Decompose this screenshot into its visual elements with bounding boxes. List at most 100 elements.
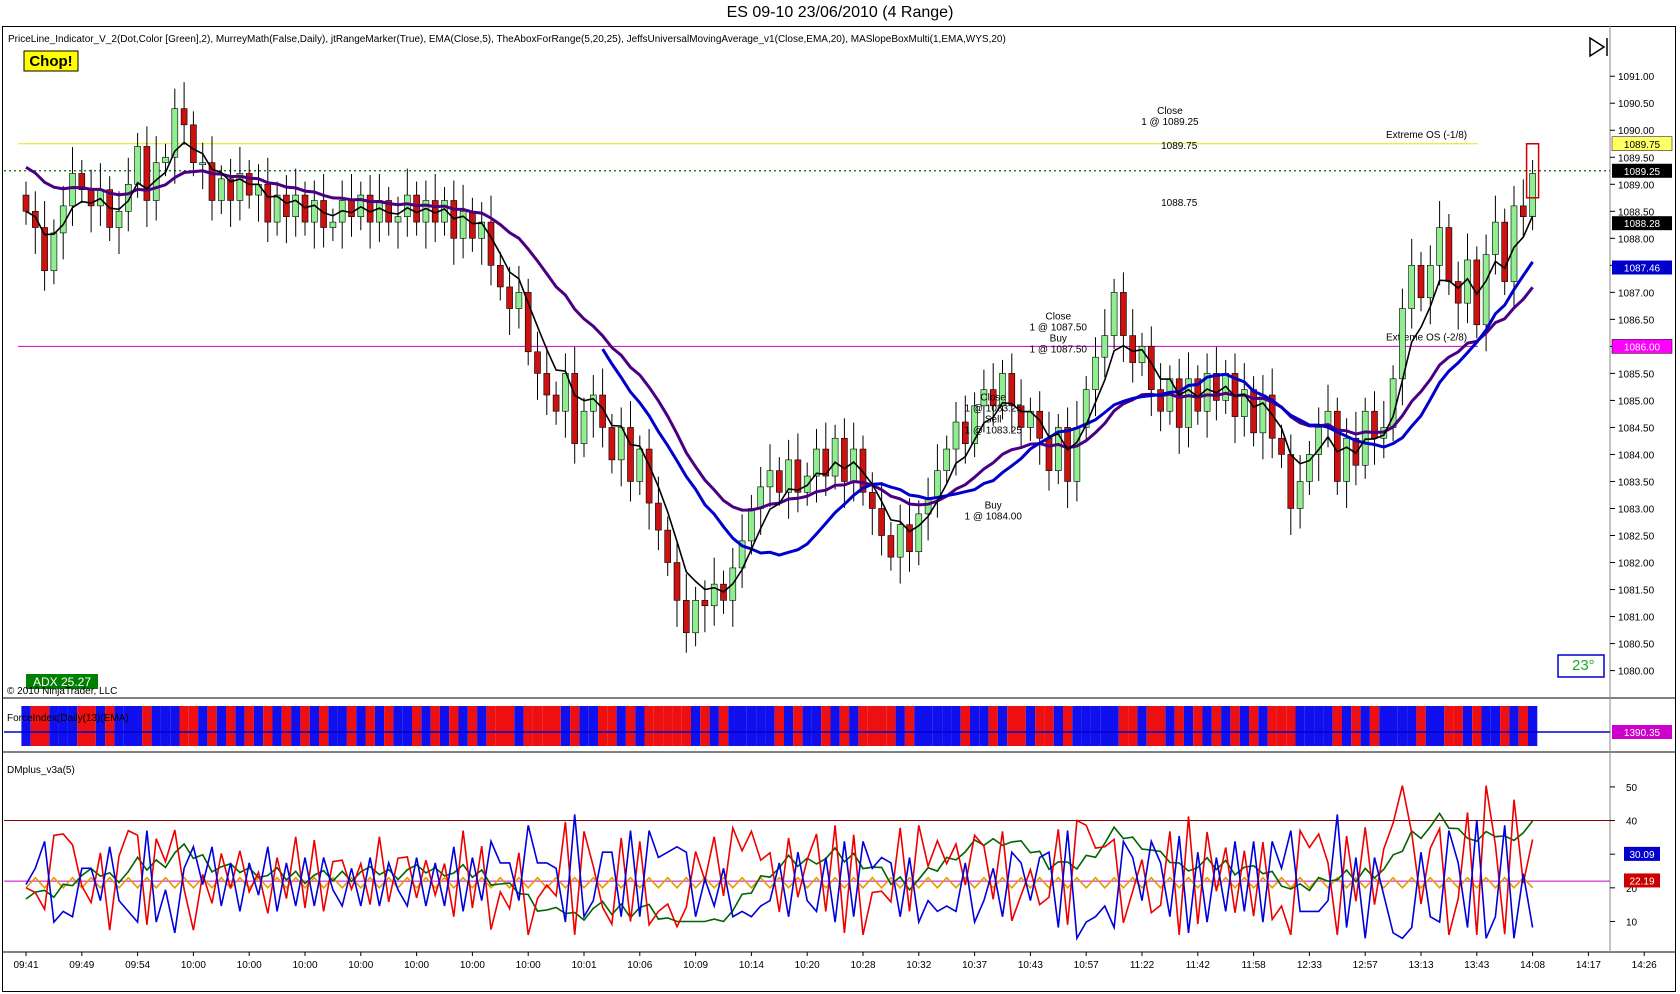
y-tick-label: 1089.50 <box>1618 153 1655 164</box>
y-tick-label: 1089.00 <box>1618 180 1655 191</box>
y-tick-label: 1081.50 <box>1618 586 1655 597</box>
force-bar <box>1332 706 1342 746</box>
candle <box>1361 410 1369 466</box>
chart-canvas[interactable]: Extreme OS (-1/8)Extreme OS (-2/8)Close1… <box>0 0 1680 994</box>
force-bar <box>402 706 412 746</box>
force-index-panel <box>4 706 1610 746</box>
force-bar <box>914 706 924 746</box>
force-bar <box>1230 706 1240 746</box>
candle <box>1343 437 1350 482</box>
candle <box>50 232 58 272</box>
force-bar <box>309 706 319 746</box>
force-bar <box>942 706 952 746</box>
y-tick-label: 1082.00 <box>1618 559 1655 570</box>
x-tick-label: 10:43 <box>1018 960 1043 971</box>
force-bar <box>849 706 859 746</box>
force-bar <box>1007 706 1017 746</box>
candle <box>403 194 411 218</box>
candle <box>487 221 495 266</box>
candle <box>878 508 885 536</box>
candle <box>766 470 774 488</box>
candle <box>934 470 941 498</box>
x-tick-label: 12:57 <box>1353 960 1378 971</box>
force-bar <box>709 706 719 746</box>
dm-blue-line <box>25 814 1534 941</box>
candle <box>69 173 76 207</box>
force-bar <box>718 706 729 746</box>
candle <box>1287 454 1295 509</box>
y-tick-label: 1086.50 <box>1618 315 1655 326</box>
x-tick-label: 10:57 <box>1074 960 1099 971</box>
force-bar <box>672 706 682 746</box>
force-bar <box>1239 706 1249 746</box>
force-bar <box>133 706 143 746</box>
force-bar <box>1416 706 1426 746</box>
force-bar <box>1379 706 1389 746</box>
dm-panel-title: DMplus_v3a(5) <box>7 765 75 776</box>
force-bar <box>923 706 933 746</box>
x-tick-label: 10:01 <box>571 960 596 971</box>
y-tick-label: 1085.00 <box>1618 396 1655 407</box>
candle <box>701 600 709 607</box>
force-bar <box>1490 706 1501 746</box>
y-tick-label: 1084.00 <box>1618 450 1655 461</box>
force-bar <box>858 706 868 746</box>
force-bar <box>356 706 366 746</box>
force-bar <box>207 706 217 746</box>
candle <box>366 194 374 223</box>
force-bar <box>811 706 822 746</box>
force-bar <box>551 706 561 746</box>
chop-label: Chop! <box>29 53 72 70</box>
x-tick-label: 11:22 <box>1130 960 1155 971</box>
force-bar <box>170 706 180 746</box>
x-tick-label: 11:58 <box>1241 960 1266 971</box>
candle <box>310 200 318 223</box>
dmplus-panel <box>4 785 1610 941</box>
candle <box>1008 373 1016 407</box>
candle <box>515 292 523 309</box>
copyright: © 2010 NinjaTrader, LLC <box>7 686 117 697</box>
force-bar <box>821 706 831 746</box>
force-bar <box>793 706 803 746</box>
force-bar <box>1528 706 1538 746</box>
dm-axis-badge-label: 22.19 <box>1629 876 1654 887</box>
force-bar <box>1258 706 1268 746</box>
force-bar <box>439 706 450 746</box>
force-bar <box>1202 706 1212 746</box>
trade-annotation: 1089.75 <box>1161 141 1198 152</box>
force-bar <box>932 706 943 746</box>
force-bar <box>105 706 115 746</box>
force-bar <box>253 706 264 746</box>
candle <box>831 437 839 477</box>
price-axis-badge-label: 1087.46 <box>1624 263 1661 274</box>
dm-tick-label: 40 <box>1626 817 1638 828</box>
candle <box>413 194 420 223</box>
x-tick-label: 09:41 <box>13 960 38 971</box>
candle <box>1399 308 1406 380</box>
force-bar <box>1156 706 1166 746</box>
force-bar <box>1509 706 1519 746</box>
candle <box>273 194 281 223</box>
force-bar <box>830 706 840 746</box>
candle <box>943 448 951 471</box>
candle <box>692 600 699 634</box>
dm-red-line <box>25 785 1534 936</box>
force-bar <box>1090 706 1101 746</box>
force-bar <box>523 706 533 746</box>
force-bar <box>449 706 459 746</box>
candle <box>1138 346 1146 363</box>
force-bar <box>1044 706 1054 746</box>
x-tick-label: 09:54 <box>125 960 150 971</box>
x-tick-label: 10:09 <box>683 960 708 971</box>
y-tick-label: 1080.50 <box>1618 640 1655 651</box>
x-tick-label: 14:08 <box>1520 960 1545 971</box>
scroll-end-icon[interactable] <box>1589 36 1608 58</box>
candle <box>1520 205 1527 218</box>
force-bar <box>979 706 989 746</box>
force-bar <box>319 706 329 746</box>
force-bar <box>1100 706 1110 746</box>
force-bar <box>1360 706 1370 746</box>
y-tick-label: 1080.00 <box>1618 667 1655 678</box>
x-tick-label: 10:00 <box>348 960 373 971</box>
candle <box>218 178 225 201</box>
